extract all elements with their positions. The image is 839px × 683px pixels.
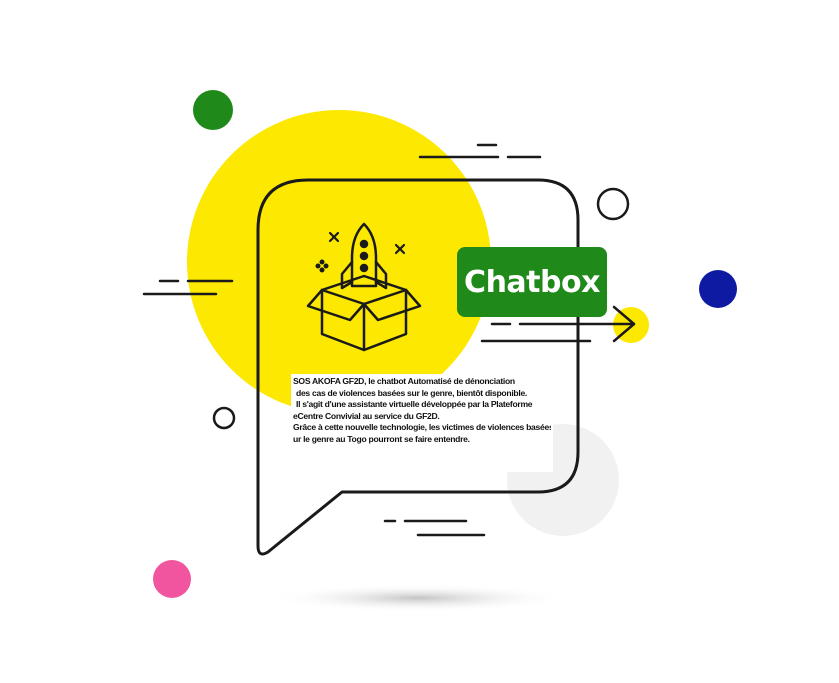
chatbot-illustration: Chatbox SOS AKOFA GF2D, le chatbot Autom… xyxy=(0,0,839,683)
ring-top-right xyxy=(596,187,630,221)
dash-lines-bottom xyxy=(383,519,486,537)
navy-dot xyxy=(699,270,737,308)
green-dot xyxy=(193,90,233,130)
background-art xyxy=(142,90,737,612)
description-line: Il s'agit d'une assistante virtuelle dév… xyxy=(296,399,533,409)
floor-shadow xyxy=(268,584,568,612)
description-line: des cas de violences basées sur le genre… xyxy=(296,387,528,398)
description-line: Grâce à cette nouvelle technologie, les … xyxy=(293,422,551,432)
chatbox-button[interactable]: Chatbox xyxy=(457,247,607,317)
ring-left xyxy=(212,406,236,430)
pink-dot xyxy=(153,560,191,598)
description-line: SOS AKOFA GF2D, le chatbot Automatisé de… xyxy=(293,376,515,386)
description-line: eCentre Convivial au service du GF2D. xyxy=(293,410,440,421)
yellow-circle xyxy=(187,110,491,414)
description-line: ur le genre au Togo pourront se faire en… xyxy=(293,433,470,444)
description-panel: SOS AKOFA GF2D, le chatbot Automatisé de… xyxy=(291,374,553,472)
